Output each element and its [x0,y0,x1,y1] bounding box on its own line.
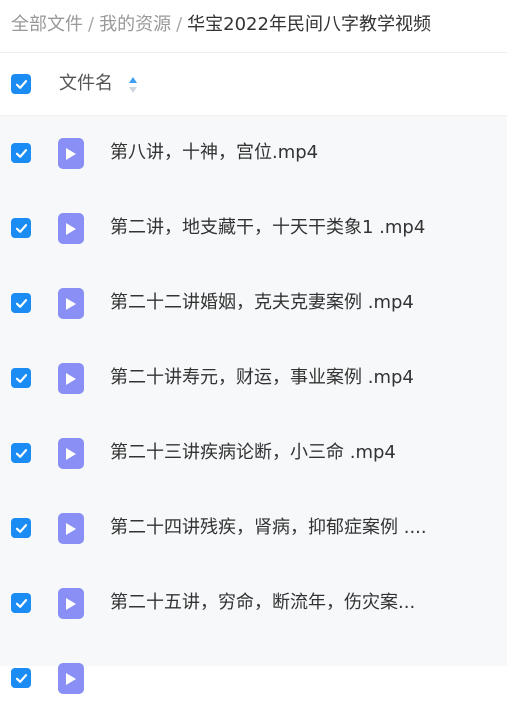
file-row[interactable] [0,641,507,716]
video-file-icon [58,663,84,694]
row-checkbox[interactable] [11,443,31,463]
file-row[interactable]: 第二十二讲婚姻，克夫克妻案例 .mp4 [0,266,507,341]
checkmark-icon [15,523,27,533]
file-name[interactable]: 第二十四讲残疾，肾病，抑郁症案例 .... [110,515,440,541]
play-icon [66,297,76,310]
file-list: 第八讲，十神，宫位.mp4 第二讲，地支藏干，十天干类象1 .mp4 第二十二讲… [0,116,507,694]
table-header: 文件名 [0,53,507,116]
breadcrumb-separator: / [176,14,183,35]
row-checkbox[interactable] [11,368,31,388]
video-file-icon [58,438,84,469]
file-name[interactable]: 第二十二讲婚姻，克夫克妻案例 .mp4 [110,290,440,316]
play-icon [66,372,76,385]
file-row[interactable]: 第二十四讲残疾，肾病，抑郁症案例 .... [0,491,507,566]
checkmark-icon [15,223,27,233]
checkmark-icon [15,148,27,158]
breadcrumb-current-folder: 华宝2022年民间八字教学视频 [187,14,431,35]
video-file-icon [58,588,84,619]
row-checkbox[interactable] [11,668,31,688]
play-icon [66,222,76,235]
file-row[interactable]: 第二十五讲，穷命，断流年，伤灾案... [0,566,507,641]
file-name[interactable]: 第二十五讲，穷命，断流年，伤灾案... [110,590,440,616]
play-icon [66,672,76,685]
video-file-icon [58,213,84,244]
video-file-icon [58,363,84,394]
file-name[interactable]: 第八讲，十神，宫位.mp4 [110,140,440,166]
checkmark-icon [15,373,27,383]
file-row[interactable]: 第二讲，地支藏干，十天干类象1 .mp4 [0,191,507,266]
sort-icon[interactable] [128,75,138,95]
play-icon [66,522,76,535]
checkmark-icon [15,298,27,308]
play-icon [66,447,76,460]
breadcrumb: 全部文件 / 我的资源 / 华宝2022年民间八字教学视频 [11,12,507,38]
file-row[interactable]: 第二十三讲疾病论断，小三命 .mp4 [0,416,507,491]
checkmark-icon [15,598,27,608]
breadcrumb-item-my-resources[interactable]: 我的资源 [99,14,171,35]
select-all-checkbox[interactable] [11,74,31,94]
file-row[interactable]: 第八讲，十神，宫位.mp4 [0,116,507,191]
row-checkbox[interactable] [11,293,31,313]
checkmark-icon [15,448,27,458]
row-checkbox[interactable] [11,218,31,238]
row-checkbox[interactable] [11,593,31,613]
breadcrumb-separator: / [88,14,95,35]
video-file-icon [58,288,84,319]
file-name[interactable]: 第二讲，地支藏干，十天干类象1 .mp4 [110,215,440,241]
video-file-icon [58,138,84,169]
video-file-icon [58,513,84,544]
play-icon [66,597,76,610]
file-row[interactable]: 第二十讲寿元，财运，事业案例 .mp4 [0,341,507,416]
checkmark-icon [15,673,27,683]
row-checkbox[interactable] [11,518,31,538]
breadcrumb-item-all-files[interactable]: 全部文件 [11,14,83,35]
row-checkbox[interactable] [11,143,31,163]
play-icon [66,147,76,160]
file-name[interactable]: 第二十三讲疾病论断，小三命 .mp4 [110,440,440,466]
column-header-filename[interactable]: 文件名 [59,72,113,96]
checkmark-icon [15,79,27,89]
file-name[interactable]: 第二十讲寿元，财运，事业案例 .mp4 [110,365,440,391]
